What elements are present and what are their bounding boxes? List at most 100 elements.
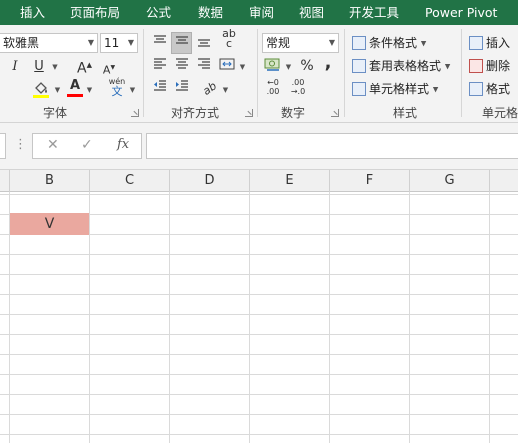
merge-center-icon — [219, 58, 235, 70]
alignment-dialog-launcher-icon[interactable] — [245, 109, 253, 117]
fill-color-dropdown[interactable]: ▼ — [53, 80, 62, 100]
chevron-down-icon: ▼ — [328, 38, 335, 47]
grow-font-button[interactable]: A▲ — [77, 55, 92, 77]
orientation-button[interactable]: ab c — [219, 27, 239, 50]
down-caret-icon: ▼ — [110, 64, 116, 71]
decrease-decimal-button[interactable]: .00 →.0 — [287, 78, 309, 98]
cell-b2[interactable]: V — [10, 213, 89, 235]
cancel-icon[interactable]: ✕ — [47, 137, 59, 153]
column-header-c[interactable]: C — [90, 170, 170, 192]
conditional-formatting-label: 条件格式 — [369, 36, 418, 50]
font-color-dropdown[interactable]: ▼ — [85, 80, 94, 100]
chevron-down-icon: ▼ — [54, 86, 61, 94]
comma-button[interactable]: , — [321, 53, 335, 73]
font-color-button[interactable]: A — [66, 78, 84, 98]
align-center-button[interactable] — [173, 57, 191, 77]
tab-formulas[interactable]: 公式 — [146, 0, 171, 25]
insert-function-icon[interactable]: fx — [117, 137, 129, 152]
chevron-down-icon: ▼ — [420, 39, 427, 48]
chevron-down-icon: ▼ — [432, 85, 439, 94]
fill-color-button[interactable] — [30, 80, 52, 100]
insert-cells-button[interactable]: 插入 — [469, 33, 510, 53]
phonetic-dropdown[interactable]: ▼ — [128, 80, 137, 100]
font-name-combo[interactable]: 软雅黑 ▼ — [0, 33, 98, 53]
number-format-combo[interactable]: 常规 ▼ — [262, 33, 339, 53]
font-name-value: 软雅黑 — [3, 36, 40, 50]
ribbon-tab-bar: 插入 页面布局 公式 数据 审阅 视图 开发工具 Power Pivot — [0, 0, 518, 25]
formula-input[interactable] — [146, 133, 518, 159]
format-as-table-button[interactable]: 套用表格格式 ▼ — [352, 56, 450, 76]
format-cells-button[interactable]: 格式 — [469, 79, 510, 99]
merge-center-button[interactable] — [217, 57, 237, 77]
alignment-group-label: 对齐方式 — [170, 106, 219, 120]
font-group-label: 字体 — [42, 106, 67, 120]
text-orientation-dropdown[interactable]: ▼ — [221, 80, 230, 100]
tab-data[interactable]: 数据 — [198, 0, 223, 25]
accounting-format-button[interactable] — [263, 56, 283, 76]
align-left-icon — [154, 58, 166, 69]
column-header-g[interactable]: G — [410, 170, 490, 192]
group-divider — [461, 29, 462, 117]
font-size-combo[interactable]: 11 ▼ — [100, 33, 138, 53]
phonetic-button[interactable]: wén 文 — [108, 77, 126, 97]
column-header-f[interactable]: F — [330, 170, 410, 192]
formula-buttons: ✕ ✓ fx — [32, 133, 142, 159]
column-header-d[interactable]: D — [170, 170, 250, 192]
tab-power-pivot[interactable]: Power Pivot — [425, 0, 497, 25]
align-center-icon — [176, 58, 188, 69]
format-cells-label: 格式 — [486, 82, 511, 96]
tab-view[interactable]: 视图 — [299, 0, 324, 25]
tab-developer[interactable]: 开发工具 — [349, 0, 399, 25]
italic-button[interactable]: I — [8, 57, 22, 77]
increase-indent-button[interactable] — [173, 79, 191, 99]
chevron-down-icon: ▼ — [222, 86, 229, 94]
align-left-button[interactable] — [151, 57, 169, 77]
underline-dropdown[interactable]: ▼ — [50, 57, 60, 77]
format-as-table-label: 套用表格格式 — [369, 59, 442, 73]
grow-font-icon: A — [77, 60, 87, 77]
delete-cells-button[interactable]: 删除 — [469, 56, 510, 76]
chevron-down-icon: ▼ — [52, 63, 58, 71]
align-right-button[interactable] — [195, 57, 213, 77]
align-bottom-button[interactable] — [195, 34, 213, 54]
table-icon — [352, 59, 366, 73]
chevron-down-icon: ▼ — [127, 38, 134, 47]
paint-bucket-icon — [33, 82, 49, 98]
tab-insert[interactable]: 插入 — [20, 0, 45, 25]
insert-cells-label: 插入 — [486, 36, 511, 50]
decrease-decimal-bottom: →.0 — [290, 87, 306, 96]
cell-styles-label: 单元格样式 — [369, 82, 430, 96]
number-dialog-launcher-icon[interactable] — [331, 109, 339, 117]
delete-cells-label: 删除 — [486, 59, 511, 73]
align-bottom-icon — [198, 39, 210, 47]
tab-review[interactable]: 审阅 — [249, 0, 274, 25]
percent-button[interactable]: % — [298, 56, 316, 76]
name-box[interactable] — [0, 133, 6, 159]
align-top-button[interactable] — [151, 34, 169, 54]
font-dialog-launcher-icon[interactable] — [131, 109, 139, 117]
increase-decimal-button[interactable]: ←0 .00 — [262, 78, 284, 98]
conditional-formatting-icon — [352, 36, 366, 50]
column-header-a-partial[interactable] — [0, 170, 10, 192]
decrease-indent-button[interactable] — [151, 79, 169, 99]
ribbon: 软雅黑 ▼ 11 ▼ I U ▼ A▲ A▼ ▼ A ▼ wén 文 ▼ 字体 — [0, 25, 518, 123]
orientation-icon: ab c — [222, 27, 236, 50]
merge-dropdown[interactable]: ▼ — [238, 57, 247, 77]
align-middle-button[interactable] — [171, 32, 192, 54]
decrease-decimal-top: .00 — [291, 78, 305, 87]
drag-handle-icon[interactable]: ⋮ — [14, 137, 27, 152]
text-orientation-button[interactable]: ab — [196, 75, 224, 103]
shrink-font-button[interactable]: A▼ — [102, 58, 116, 78]
enter-icon[interactable]: ✓ — [81, 137, 93, 153]
cell-styles-button[interactable]: 单元格样式 ▼ — [352, 79, 438, 99]
conditional-formatting-button[interactable]: 条件格式 ▼ — [352, 33, 426, 53]
accounting-dropdown[interactable]: ▼ — [284, 57, 293, 77]
underline-button[interactable]: U — [32, 57, 46, 77]
tab-page-layout[interactable]: 页面布局 — [70, 0, 120, 25]
chevron-down-icon: ▼ — [285, 63, 292, 71]
column-header-e[interactable]: E — [250, 170, 330, 192]
delete-cells-icon — [469, 59, 483, 73]
cell-styles-icon — [352, 82, 366, 96]
styles-group-label: 样式 — [392, 106, 417, 120]
column-header-b[interactable]: B — [10, 170, 90, 192]
